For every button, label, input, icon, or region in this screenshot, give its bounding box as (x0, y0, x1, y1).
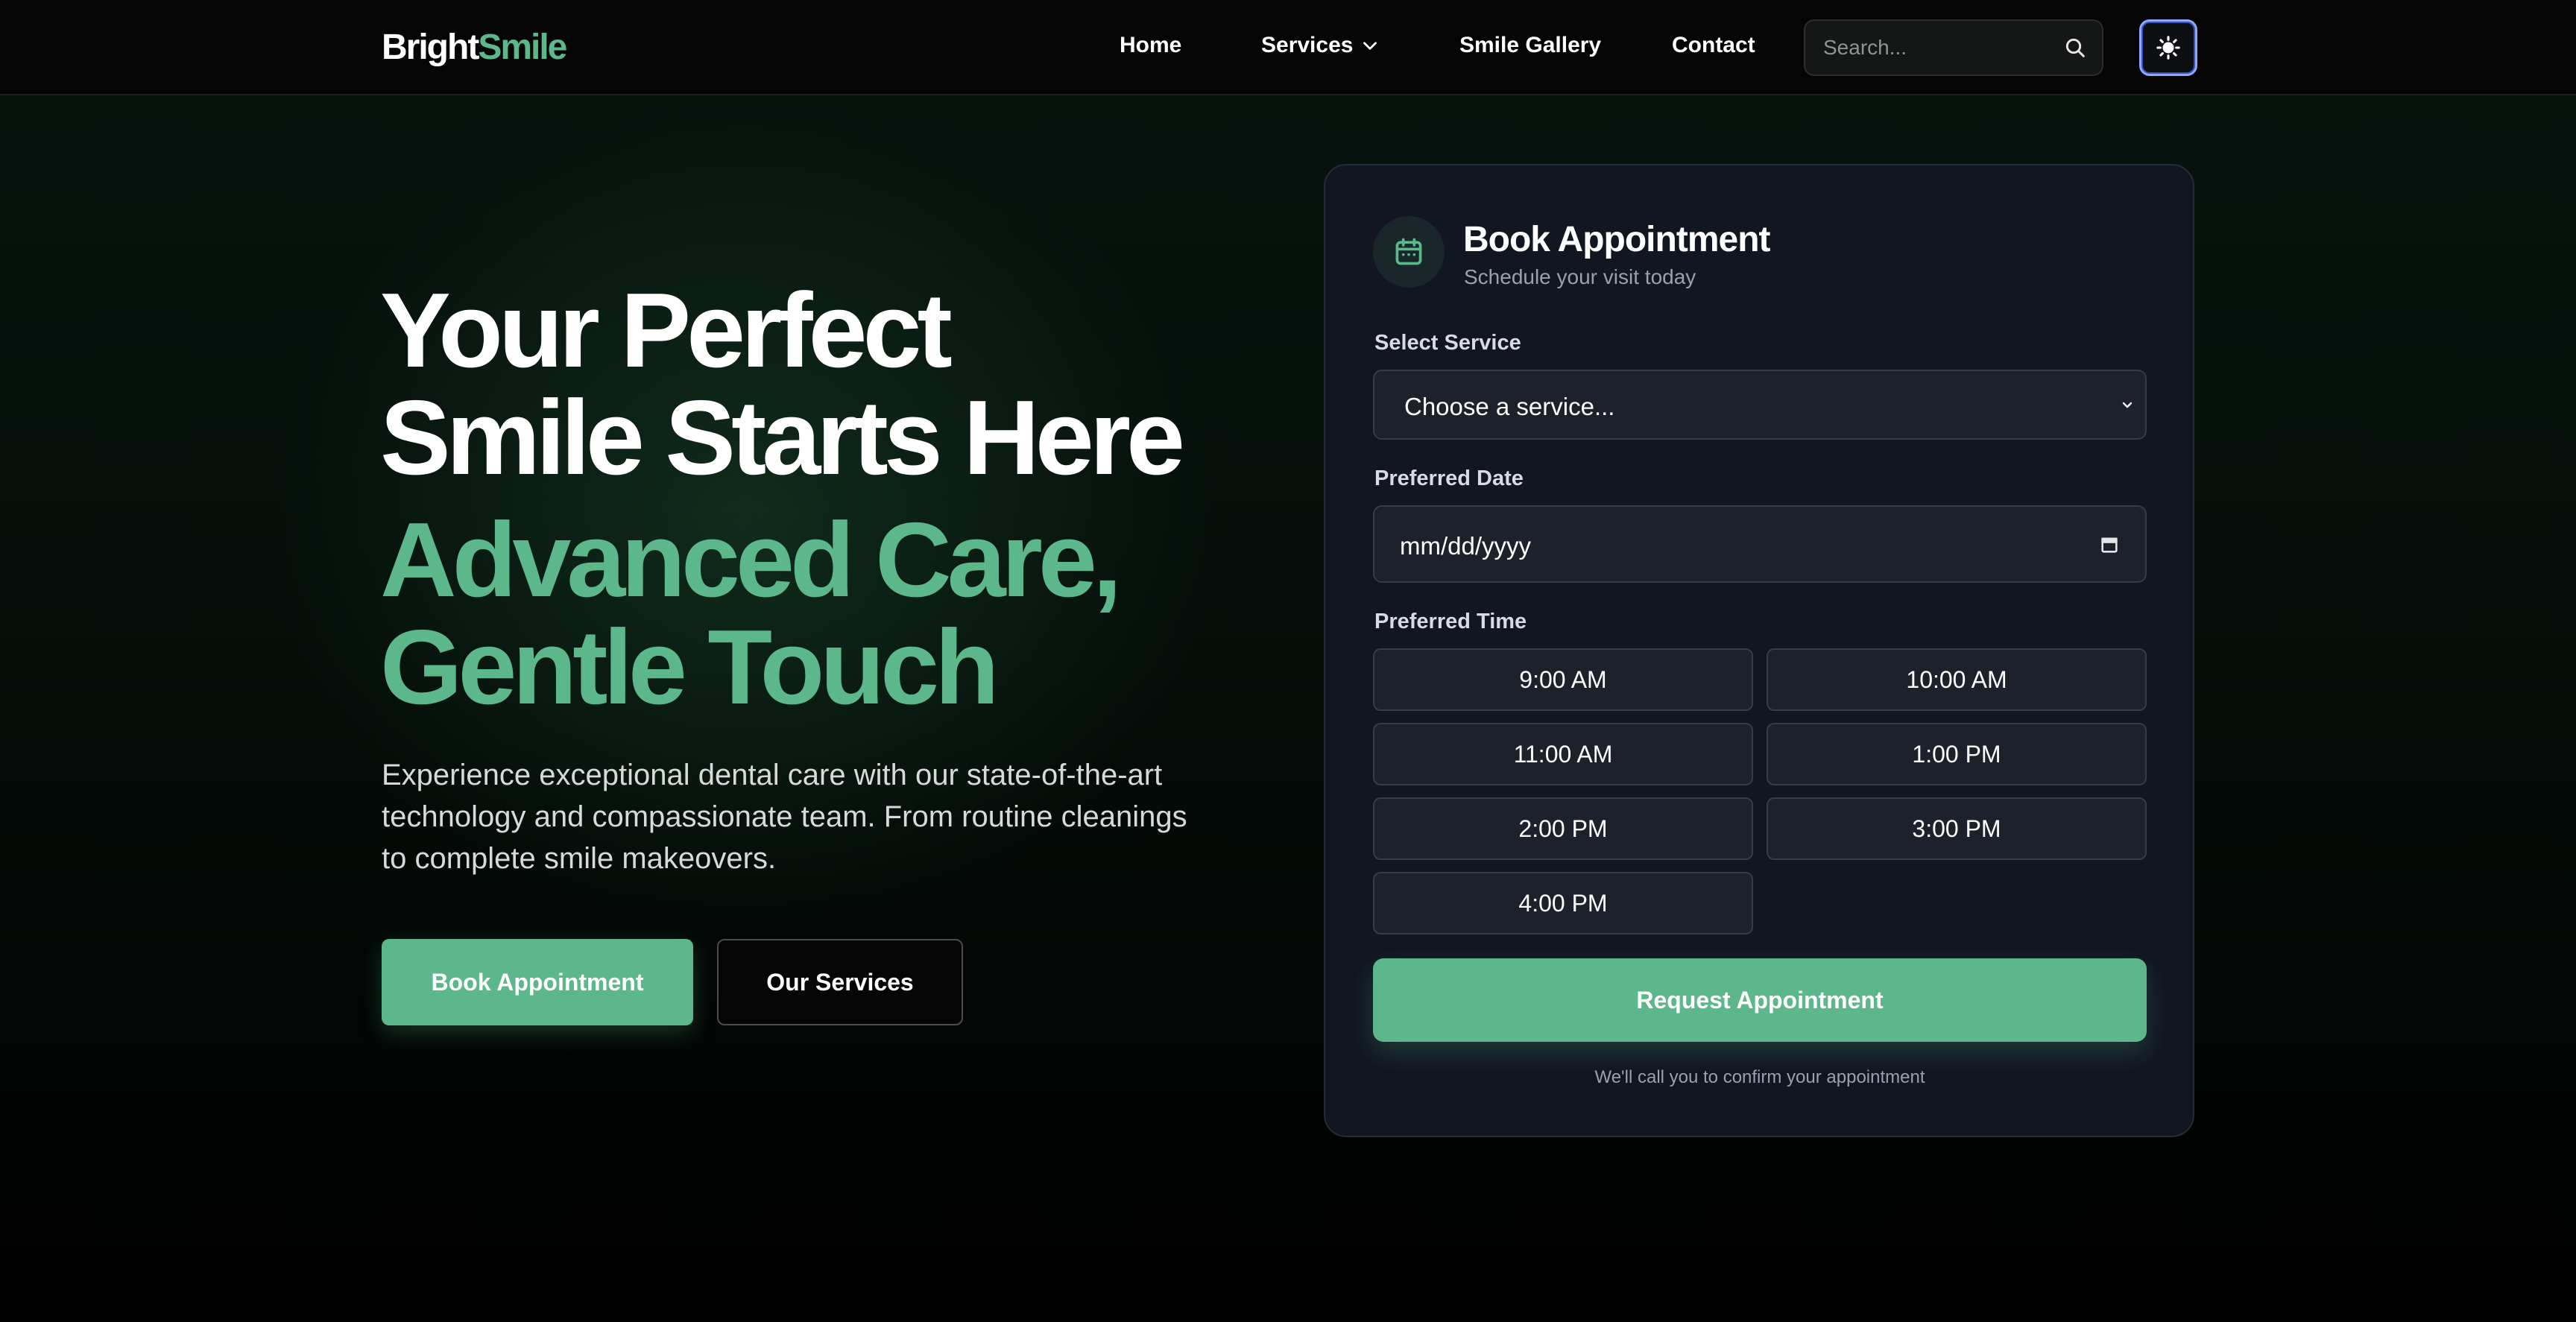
hero-subtitle: Advanced Care, Gentle Touch (380, 507, 1275, 721)
search-box (1804, 19, 2103, 76)
search-input[interactable] (1823, 21, 2062, 75)
date-label: Preferred Date (1374, 467, 1524, 490)
chevron-down-icon (1363, 42, 1377, 50)
nav-home[interactable]: Home (1120, 33, 1181, 58)
date-input-value: mm/dd/yyyy (1400, 532, 1532, 560)
time-slot[interactable]: 10:00 AM (1767, 648, 2147, 711)
hero-title: Your Perfect Smile Starts Here (380, 277, 1275, 492)
service-label: Select Service (1374, 331, 1521, 355)
nav-smile-gallery[interactable]: Smile Gallery (1459, 33, 1601, 58)
time-label: Preferred Time (1374, 610, 1527, 633)
theme-toggle-button[interactable] (2139, 19, 2197, 76)
booking-title: Book Appointment (1463, 220, 1770, 259)
time-slot[interactable]: 2:00 PM (1373, 797, 1753, 860)
request-appointment-button[interactable]: Request Appointment (1373, 958, 2147, 1042)
date-input[interactable]: mm/dd/yyyy (1373, 505, 2147, 583)
hero-title-line-1: Your Perfect (380, 271, 953, 390)
booking-subtitle: Schedule your visit today (1464, 265, 1696, 288)
our-services-button[interactable]: Our Services (717, 939, 963, 1025)
service-select[interactable]: Choose a service... (1373, 370, 2147, 440)
booking-icon-badge (1373, 216, 1445, 288)
site-header: BrightSmile Home Services Smile Gallery … (0, 0, 2576, 95)
booking-card: Book Appointment Schedule your visit tod… (1324, 164, 2194, 1137)
logo-text-smile: Smile (478, 28, 567, 67)
search-icon[interactable] (2063, 36, 2087, 60)
nav-services[interactable]: Services (1261, 33, 1380, 58)
service-select-value: Choose a service... (1404, 393, 1615, 420)
logo-text-bright: Bright (382, 28, 479, 67)
nav-services-label: Services (1261, 33, 1354, 57)
hero-subtitle-line-2: Gentle Touch (380, 608, 1000, 727)
calendar-icon[interactable] (2099, 534, 2120, 556)
book-appointment-button[interactable]: Book Appointment (382, 939, 693, 1025)
logo[interactable]: BrightSmile (382, 27, 567, 68)
chevron-down-icon (2122, 402, 2133, 408)
time-slot[interactable]: 9:00 AM (1373, 648, 1753, 711)
nav-contact[interactable]: Contact (1672, 33, 1755, 58)
time-slot[interactable]: 1:00 PM (1767, 723, 2147, 785)
time-slot[interactable]: 4:00 PM (1373, 872, 1753, 934)
hero-title-line-2: Smile Starts Here (380, 379, 1185, 497)
confirmation-note: We'll call you to confirm your appointme… (1594, 1067, 1925, 1087)
hero-description: Experience exceptional dental care with … (382, 759, 1187, 875)
page: BrightSmile Home Services Smile Gallery … (0, 0, 2576, 1322)
hero-subtitle-line-1: Advanced Care, (380, 501, 1122, 619)
calendar-icon (1395, 238, 1422, 265)
sun-icon (2156, 36, 2180, 60)
time-slot[interactable]: 11:00 AM (1373, 723, 1753, 785)
time-slot[interactable]: 3:00 PM (1767, 797, 2147, 860)
